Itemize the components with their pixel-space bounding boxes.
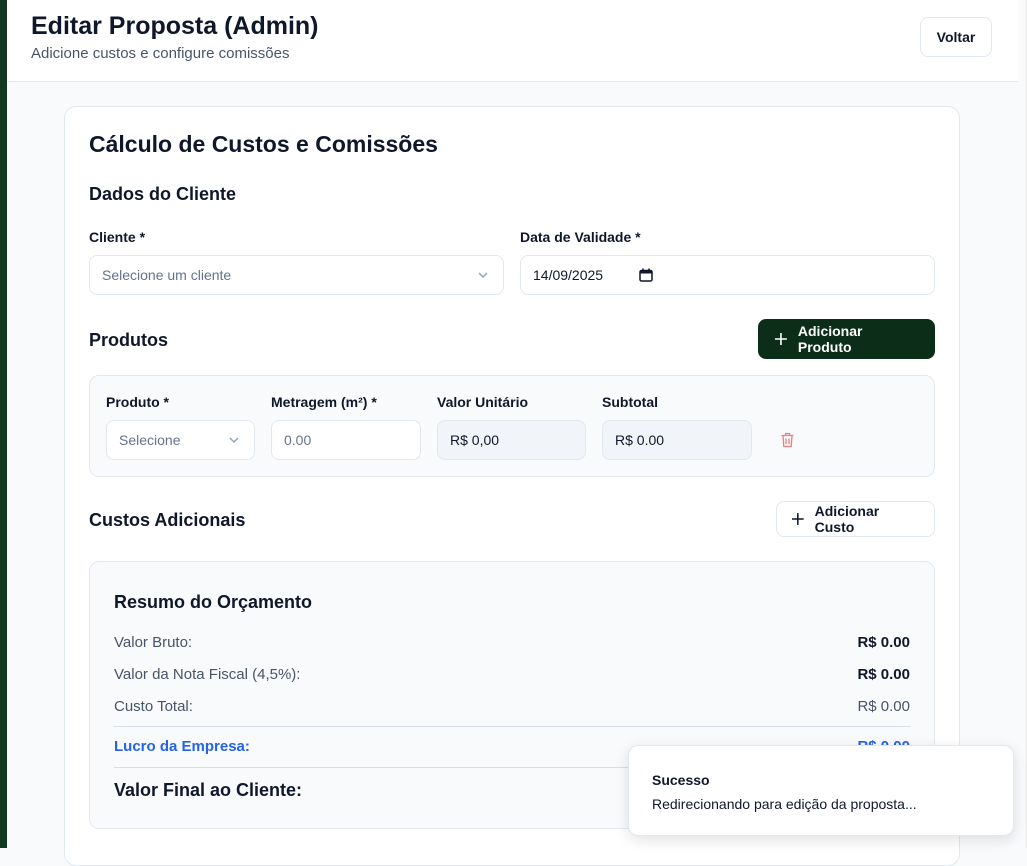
area-label: Metragem (m²) * [271, 394, 377, 410]
total-cost-label: Custo Total: [114, 698, 193, 715]
total-cost-value: R$ 0.00 [857, 698, 910, 715]
product-select[interactable]: Selecione [106, 420, 255, 460]
plus-icon [791, 513, 804, 525]
invoice-value: R$ 0.00 [857, 666, 910, 683]
validity-date-input[interactable]: 14/09/2025 [520, 255, 935, 295]
invoice-value-row: Valor da Nota Fiscal (4,5%): R$ 0.00 [114, 666, 910, 688]
product-label: Produto * [106, 394, 169, 410]
subtotal-field: R$ 0.00 [602, 420, 752, 460]
card-title: Cálculo de Custos e Comissões [89, 131, 438, 157]
subtotal-label: Subtotal [602, 394, 658, 410]
products-section-title: Produtos [89, 330, 168, 350]
chevron-down-icon [478, 272, 488, 279]
trash-icon[interactable] [780, 432, 795, 448]
summary-divider [114, 726, 910, 727]
add-product-button[interactable]: Adicionar Produto [758, 319, 935, 359]
validity-date-value: 14/09/2025 [533, 267, 604, 283]
total-cost-row: Custo Total: R$ 0.00 [114, 698, 910, 720]
page-subtitle: Adicione custos e configure comissões [31, 45, 290, 62]
product-row: Produto * Selecione Metragem (m²) * 0.00… [89, 375, 935, 477]
validity-label: Data de Validade * [520, 229, 641, 245]
product-select-placeholder: Selecione [119, 432, 181, 448]
client-select[interactable]: Selecione um cliente [89, 255, 504, 295]
gross-value: R$ 0.00 [857, 634, 910, 651]
unit-value: R$ 0,00 [450, 432, 500, 448]
plus-icon [774, 333, 787, 345]
add-cost-label: Adicionar Custo [814, 503, 880, 535]
chevron-down-icon [229, 437, 239, 444]
page-header: Editar Proposta (Admin) Adicione custos … [7, 0, 1018, 82]
client-section-title: Dados do Cliente [89, 184, 237, 204]
page: Editar Proposta (Admin) Adicione custos … [7, 0, 1027, 866]
gross-value-label: Valor Bruto: [114, 634, 193, 651]
add-cost-button[interactable]: Adicionar Custo [776, 501, 935, 537]
profit-label: Lucro da Empresa: [114, 738, 250, 755]
gross-value-row: Valor Bruto: R$ 0.00 [114, 634, 910, 656]
summary-title: Resumo do Orçamento [114, 592, 313, 612]
toast-title: Sucesso [652, 772, 710, 788]
area-input-placeholder: 0.00 [284, 432, 312, 448]
client-select-placeholder: Selecione um cliente [102, 267, 232, 283]
add-product-label: Adicionar Produto [797, 323, 863, 355]
toast-message: Redirecionando para edição da proposta..… [652, 796, 917, 812]
subtotal-value: R$ 0.00 [615, 432, 665, 448]
costs-section-title: Custos Adicionais [89, 510, 246, 530]
client-label: Cliente * [89, 229, 146, 245]
final-value-label: Valor Final ao Cliente: [114, 780, 303, 800]
success-toast: Sucesso Redirecionando para edição da pr… [628, 745, 1014, 836]
page-title: Editar Proposta (Admin) [31, 12, 319, 40]
invoice-value-label: Valor da Nota Fiscal (4,5%): [114, 666, 301, 683]
calendar-icon[interactable] [639, 268, 653, 282]
back-button[interactable]: Voltar [920, 17, 992, 57]
sidebar-edge [0, 0, 7, 848]
area-input[interactable]: 0.00 [271, 420, 421, 460]
unit-value-label: Valor Unitário [437, 394, 529, 410]
unit-value-field: R$ 0,00 [437, 420, 586, 460]
